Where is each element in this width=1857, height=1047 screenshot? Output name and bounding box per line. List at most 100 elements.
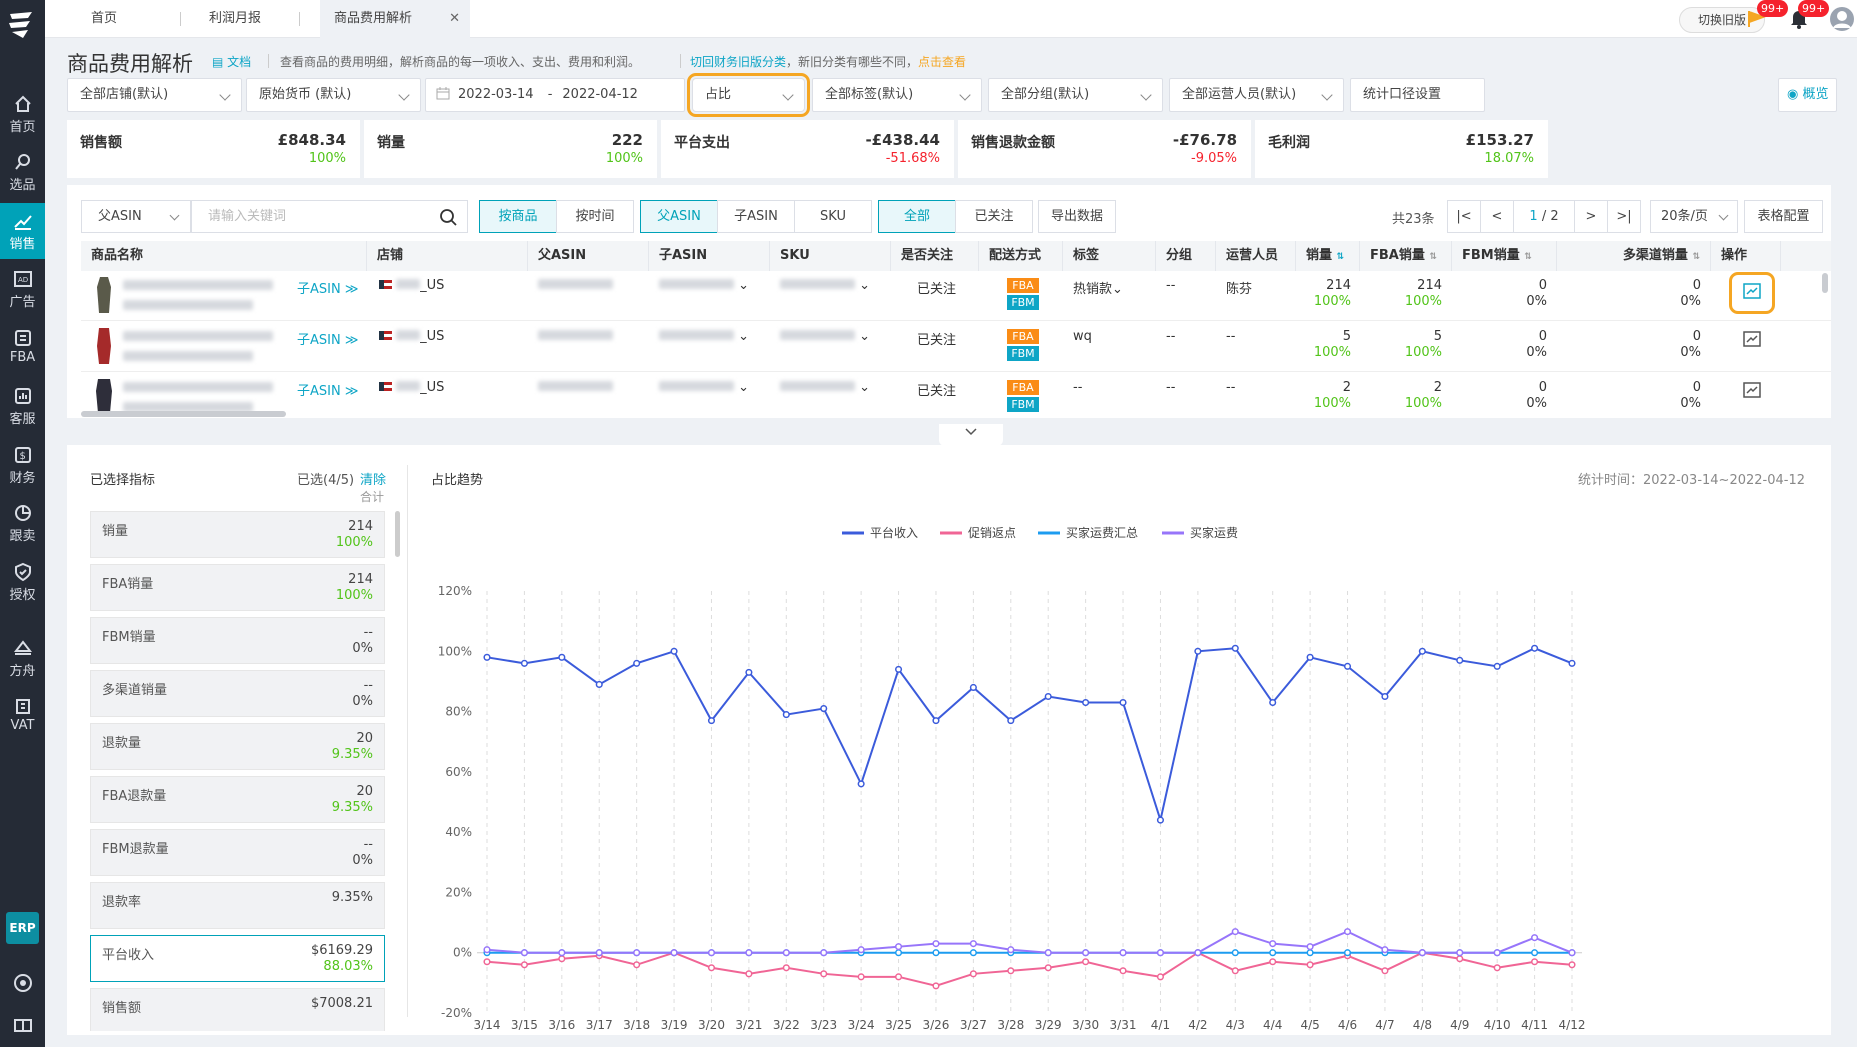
erp-button[interactable]: ERP [6, 912, 39, 944]
sidebar-item-auth[interactable]: 授权 [0, 554, 45, 610]
col-fba-sales[interactable]: FBA销量 ⇅ [1360, 241, 1452, 271]
date-range-picker[interactable]: 2022-03-14 -2022-04-12 [425, 78, 685, 112]
followed-status[interactable]: 已关注 [917, 380, 956, 399]
tag-select[interactable]: 全部标签(默认) [812, 78, 982, 112]
sidebar-item-finance[interactable]: $ 财务 [0, 437, 45, 493]
vertical-scrollbar[interactable] [1822, 273, 1828, 293]
followed-status[interactable]: 已关注 [917, 329, 956, 348]
tab-home[interactable]: 首页 [91, 0, 117, 38]
metric-card-refund-rate[interactable]: 退款率 9.35% [90, 882, 385, 929]
tag-cell[interactable]: -- [1073, 380, 1082, 395]
filter-followed-button[interactable]: 已关注 [955, 200, 1033, 233]
metric-card-sales[interactable]: 销量 214 100% [90, 511, 385, 558]
col-fbm-sales[interactable]: FBM销量 ⇅ [1452, 241, 1557, 271]
followed-status[interactable]: 已关注 [917, 278, 956, 297]
app-logo[interactable] [6, 8, 38, 42]
switch-old-category-link[interactable]: 切回财务旧版分类 [690, 55, 786, 69]
overview-button[interactable]: ◉ 概览 [1778, 78, 1837, 112]
metric-card-fbm-sales[interactable]: FBM销量 -- 0% [90, 617, 385, 664]
doc-link[interactable]: ▤ 文档 [212, 53, 251, 70]
metric-card-sales-amount[interactable]: 销售额 $7008.21 [90, 988, 385, 1031]
operator-select[interactable]: 全部运营人员(默认) [1169, 78, 1344, 112]
prev-page-button[interactable]: < [1480, 200, 1514, 233]
table-row[interactable]: 子ASIN ≫ _US ⌄ ⌄ 已关注 FBA FBM wq -- -- 5 100… [81, 322, 1831, 372]
first-page-button[interactable]: |< [1447, 200, 1481, 233]
clear-button[interactable]: 清除 [360, 469, 386, 488]
store-select[interactable]: 全部店铺(默认) [67, 78, 242, 112]
sidebar-item-selection[interactable]: 选品 [0, 144, 45, 200]
currency-select[interactable]: 原始货币 (默认) [246, 78, 421, 112]
date-from[interactable]: 2022-03-14 [458, 87, 534, 102]
sidebar-item-ads[interactable]: AD 广告 [0, 261, 45, 317]
child-asin-cell[interactable]: ⌄ [659, 329, 749, 344]
stat-settings-button[interactable]: 统计口径设置 [1350, 78, 1485, 112]
sidebar-item-fba[interactable]: FBA [0, 320, 45, 376]
trend-action-button[interactable] [1729, 272, 1775, 314]
gift-icon[interactable] [12, 1012, 34, 1034]
export-data-button[interactable]: 导出数据 [1038, 200, 1116, 233]
page-size-select[interactable]: 20条/页 [1650, 200, 1738, 233]
col-multi-sales[interactable]: 多渠道销量 ⇅ [1557, 241, 1711, 271]
tab-product-expense[interactable]: 商品费用解析 ✕ [320, 0, 470, 38]
sku-tab[interactable]: SKU [794, 200, 872, 233]
keyword-search-input[interactable]: 请输入关键词 [191, 200, 468, 233]
sort-icon[interactable]: ⇅ [1692, 252, 1700, 262]
display-mode-select[interactable]: 占比 [687, 73, 810, 117]
current-page[interactable]: 1 [1529, 209, 1537, 224]
last-page-button[interactable]: >| [1607, 200, 1641, 233]
group-select[interactable]: 全部分组(默认) [988, 78, 1163, 112]
click-view-link[interactable]: 点击查看 [918, 55, 966, 69]
product-thumbnail[interactable] [91, 326, 117, 366]
parent-asin-tab[interactable]: 父ASIN [640, 200, 718, 233]
next-page-button[interactable]: > [1574, 200, 1608, 233]
search-icon[interactable] [439, 208, 457, 226]
sort-icon[interactable]: ⇅ [1429, 252, 1437, 262]
sidebar-item-sales[interactable]: 销售 [0, 203, 45, 259]
child-asin-link[interactable]: 子ASIN ≫ [297, 329, 358, 348]
by-product-button[interactable]: 按商品 [479, 200, 557, 233]
child-asin-cell[interactable]: ⌄ [659, 278, 749, 293]
sidebar-item-follow[interactable]: 跟卖 [0, 495, 45, 551]
sku-cell[interactable]: ⌄ [780, 329, 870, 344]
product-thumbnail[interactable] [91, 275, 117, 315]
tab-close-icon[interactable]: ✕ [449, 0, 460, 38]
sku-cell[interactable]: ⌄ [780, 380, 870, 395]
by-time-button[interactable]: 按时间 [556, 200, 634, 233]
tag-cell[interactable]: 热销款⌄ [1073, 278, 1123, 297]
horizontal-scrollbar[interactable] [81, 411, 286, 417]
metrics-scrollbar[interactable] [395, 511, 400, 557]
metric-card-refund-qty[interactable]: 退款量 20 9.35% [90, 723, 385, 770]
child-asin-link[interactable]: 子ASIN ≫ [297, 380, 358, 399]
filter-all-button[interactable]: 全部 [878, 200, 956, 233]
sku-cell[interactable]: ⌄ [780, 278, 870, 293]
col-sales[interactable]: 销量 ⇅ [1296, 241, 1360, 271]
tag-cell[interactable]: wq [1073, 329, 1092, 344]
trend-action-button[interactable] [1743, 382, 1761, 402]
metric-card-fba-sales[interactable]: FBA销量 214 100% [90, 564, 385, 611]
metric-card-multi-sales[interactable]: 多渠道销量 -- 0% [90, 670, 385, 717]
table-row[interactable]: 子ASIN ≫ _US ⌄ ⌄ 已关注 FBA FBM -- -- -- 2 100… [81, 373, 1831, 418]
metric-card-platform-income[interactable]: 平台收入 $6169.29 88.03% [90, 935, 385, 982]
child-asin-cell[interactable]: ⌄ [659, 380, 749, 395]
trend-action-button[interactable] [1743, 331, 1761, 351]
product-thumbnail[interactable] [91, 377, 117, 415]
tab-profit-monthly[interactable]: 利润月报 [209, 0, 261, 38]
asin-type-select[interactable]: 父ASIN [81, 200, 191, 233]
sort-icon[interactable]: ⇅ [1524, 252, 1532, 262]
child-asin-tab[interactable]: 子ASIN [717, 200, 795, 233]
collapse-toggle[interactable] [939, 424, 1003, 446]
sidebar-item-ark[interactable]: 方舟 [0, 630, 45, 686]
child-asin-link[interactable]: 子ASIN ≫ [297, 278, 358, 297]
sidebar-item-home[interactable]: 首页 [0, 86, 45, 142]
sidebar-item-service[interactable]: 客服 [0, 378, 45, 434]
user-avatar[interactable] [1829, 6, 1855, 32]
date-to[interactable]: 2022-04-12 [562, 87, 638, 102]
support-icon[interactable] [12, 972, 34, 994]
table-row[interactable]: 子ASIN ≫ _US ⌄ ⌄ 已关注 FBA FBM 热销款⌄ -- 陈芬 21… [81, 271, 1831, 321]
page-indicator[interactable]: 1 / 2 [1513, 200, 1575, 233]
metric-card-fba-refund[interactable]: FBA退款量 20 9.35% [90, 776, 385, 823]
metric-card-fbm-refund[interactable]: FBM退款量 -- 0% [90, 829, 385, 876]
sidebar-item-vat[interactable]: VAT [0, 688, 45, 744]
sort-icon[interactable]: ⇅ [1337, 252, 1345, 262]
table-config-button[interactable]: 表格配置 [1744, 200, 1823, 233]
